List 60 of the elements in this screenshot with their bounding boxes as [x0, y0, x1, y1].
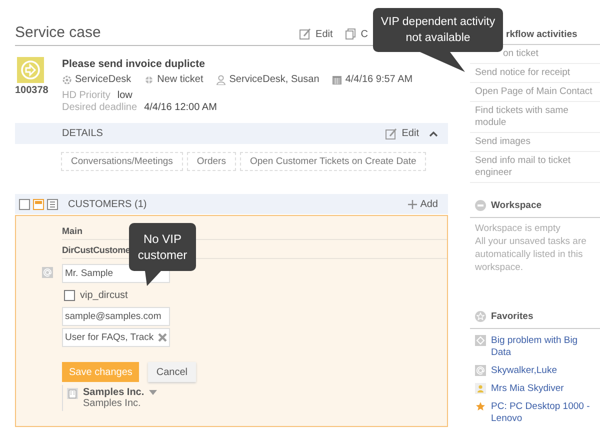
tag-text: User for FAQs, Track: [65, 332, 154, 343]
add-button[interactable]: Add: [408, 198, 438, 210]
favorite-link[interactable]: Skywalker,Luke: [491, 365, 558, 377]
tooltip-text: VIP dependent activity not available: [380, 16, 496, 44]
calendar-icon: [332, 74, 342, 84]
edit-button[interactable]: Edit: [298, 28, 333, 40]
favorite-link[interactable]: Big problem with Big Data: [491, 335, 600, 359]
plus-icon: [408, 200, 418, 208]
case-title: Please send invoice duplicte: [62, 58, 206, 70]
related-tab[interactable]: Conversations/Meetings: [61, 152, 183, 171]
at-sign-icon: [475, 365, 486, 376]
section-title: DETAILS: [62, 128, 104, 139]
dropdown-caret-icon[interactable]: [149, 390, 158, 395]
collapse-caret-icon[interactable]: [429, 130, 438, 136]
crosshair-icon: [144, 74, 154, 84]
related-tab[interactable]: Open Customer Tickets on Create Date: [240, 152, 426, 171]
star-icon: [475, 401, 486, 412]
tag-field[interactable]: User for FAQs, Track: [62, 328, 170, 347]
case-number: 100378: [15, 85, 48, 96]
meta-text: ServiceDesk: [75, 74, 132, 85]
gear-icon: [62, 74, 72, 84]
list-view-icon[interactable]: [47, 198, 58, 210]
person-icon: [216, 74, 226, 84]
field-value: 4/4/16 12:00 AM: [144, 102, 217, 113]
person-icon: [475, 383, 486, 394]
company-name: Samples Inc.: [83, 387, 144, 398]
field-value: low: [117, 90, 132, 101]
edit-icon: [298, 28, 311, 40]
panel-title: Favorites: [491, 310, 534, 322]
meta-text: 4/4/16 9:57 AM: [345, 74, 413, 85]
email-field[interactable]: sample@samples.com: [62, 307, 170, 326]
star-circle-icon: [475, 310, 486, 322]
section-title: CUSTOMERS (1): [68, 198, 148, 210]
clear-icon[interactable]: [158, 333, 167, 342]
meta-text: New ticket: [157, 74, 204, 85]
panel-title: rkflow activities: [506, 29, 578, 40]
field-label: Desired deadline: [62, 102, 138, 113]
at-sign-icon: [42, 267, 53, 278]
cancel-button[interactable]: Cancel: [148, 362, 196, 382]
field-label: HD Priority: [62, 90, 110, 101]
edit-icon: [384, 128, 397, 140]
edit-button[interactable]: Edit: [384, 128, 419, 140]
header-view-icon[interactable]: [33, 198, 44, 210]
favorite-link[interactable]: Mrs Mia Skydiver: [491, 383, 564, 395]
panel-title: Workspace: [491, 200, 542, 210]
workspace-text: Workspace is empty: [475, 222, 562, 235]
page-title: Service case: [15, 24, 101, 43]
related-tab[interactable]: Orders: [186, 152, 236, 171]
checkbox-label: vip_dircust: [80, 290, 128, 301]
checkbox[interactable]: [64, 290, 75, 301]
minus-circle-icon: [475, 200, 486, 210]
favorite-link[interactable]: PC: PC Desktop 1000 - Lenovo: [491, 401, 600, 425]
case-icon: [475, 335, 486, 346]
copy-button[interactable]: C: [344, 28, 368, 40]
copy-icon: [344, 28, 356, 40]
blank-view-icon[interactable]: [19, 198, 30, 210]
company-subtitle: Samples Inc.: [83, 398, 142, 409]
building-icon: [67, 388, 78, 399]
workspace-text: All your unsaved tasks are automatically listed in this workspace.: [475, 235, 588, 274]
meta-text: ServiceDesk, Susan: [229, 74, 320, 85]
